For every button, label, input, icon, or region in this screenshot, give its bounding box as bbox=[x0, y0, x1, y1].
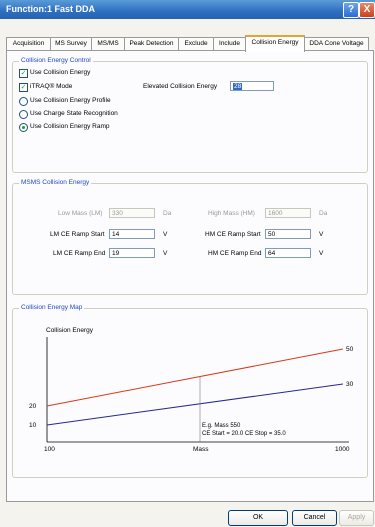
hm-ramp-end-unit: V bbox=[319, 250, 324, 257]
use-profile-radio[interactable] bbox=[19, 97, 28, 106]
collision-energy-map-chart: Collision Energy 20 10 50 30 E.g. Mass 5… bbox=[29, 327, 354, 453]
lm-ramp-start-label: LM CE Ramp Start bbox=[50, 231, 105, 238]
tab-dda-cone-voltage[interactable]: DDA Cone Voltage bbox=[304, 37, 369, 50]
lm-ramp-end-label: LM CE Ramp End bbox=[53, 250, 106, 257]
itraq-mode-label: iTRAQ® Mode bbox=[30, 83, 73, 90]
elevated-ce-label: Elevated Collision Energy bbox=[143, 83, 218, 90]
itraq-mode-checkbox[interactable]: ✓ bbox=[19, 83, 28, 92]
use-ramp-label: Use Collision Energy Ramp bbox=[30, 123, 110, 130]
close-button[interactable]: X bbox=[359, 2, 375, 18]
help-button[interactable]: ? bbox=[343, 2, 359, 18]
hm-ramp-start-label: HM CE Ramp Start bbox=[205, 231, 261, 238]
high-mass-label: High Mass (HM) bbox=[208, 210, 255, 217]
tab-include[interactable]: Include bbox=[213, 37, 246, 50]
use-charge-radio[interactable] bbox=[19, 110, 28, 119]
elevated-ce-input[interactable]: 28 bbox=[230, 81, 274, 91]
group-title: Collision Energy Control bbox=[19, 57, 93, 64]
lm-ramp-start-input[interactable]: 14 bbox=[109, 229, 155, 239]
map-x-label: Mass bbox=[193, 446, 209, 453]
map-x-min: 100 bbox=[44, 446, 55, 453]
hm-ramp-end-label: HM CE Ramp End bbox=[208, 250, 262, 257]
cancel-button[interactable]: Cancel bbox=[292, 510, 337, 526]
use-charge-label: Use Charge State Recognition bbox=[30, 110, 118, 117]
tab-ms-survey[interactable]: MS Survey bbox=[50, 37, 92, 50]
map-y-left-low: 10 bbox=[29, 422, 37, 429]
use-collision-energy-checkbox[interactable]: ✓ bbox=[19, 69, 28, 78]
tab-panel: Collision Energy Control ✓ Use Collision… bbox=[6, 50, 374, 502]
low-mass-unit: Da bbox=[163, 210, 172, 217]
elevated-ce-value: 28 bbox=[233, 83, 243, 90]
map-y-left-high: 20 bbox=[29, 403, 37, 410]
map-red-line bbox=[46, 348, 344, 407]
window-title: Function:1 Fast DDA bbox=[6, 4, 95, 14]
tab-msms[interactable]: MS/MS bbox=[91, 37, 125, 50]
hm-ramp-start-unit: V bbox=[319, 231, 324, 238]
hm-ramp-start-input[interactable]: 50 bbox=[265, 229, 311, 239]
lm-ramp-end-input[interactable]: 19 bbox=[109, 248, 155, 258]
low-mass-label: Low Mass (LM) bbox=[58, 210, 103, 217]
lm-ramp-end-unit: V bbox=[163, 250, 168, 257]
map-blue-line bbox=[46, 383, 344, 426]
title-bar[interactable]: Function:1 Fast DDA ? X bbox=[0, 0, 375, 19]
map-y-label: Collision Energy bbox=[46, 327, 94, 334]
tab-exclude[interactable]: Exclude bbox=[178, 37, 214, 50]
group-title: MSMS Collision Energy bbox=[19, 179, 92, 186]
tab-acquisition[interactable]: Acquisition bbox=[6, 37, 51, 50]
map-x-max: 1000 bbox=[335, 446, 350, 453]
high-mass-unit: Da bbox=[319, 210, 328, 217]
apply-button[interactable]: Apply bbox=[339, 510, 374, 526]
msms-collision-energy-group: MSMS Collision Energy Low Mass (LM) 330 … bbox=[12, 179, 368, 295]
use-collision-energy-label: Use Collision Energy bbox=[30, 69, 91, 76]
map-y-right-high: 50 bbox=[346, 346, 354, 353]
map-y-right-low: 30 bbox=[346, 381, 354, 388]
low-mass-input[interactable]: 330 bbox=[109, 208, 155, 218]
lm-ramp-start-unit: V bbox=[163, 231, 168, 238]
collision-energy-control-group: Collision Energy Control ✓ Use Collision… bbox=[12, 57, 368, 173]
map-note-line1: E.g. Mass 550 bbox=[202, 423, 241, 429]
high-mass-input[interactable]: 1600 bbox=[265, 208, 311, 218]
ok-button[interactable]: OK bbox=[228, 510, 288, 526]
dialog-window: Function:1 Fast DDA ? X Acquisition MS S… bbox=[0, 0, 375, 527]
use-profile-label: Use Collision Energy Profile bbox=[30, 97, 111, 104]
map-note-line2: CE Start = 20.0 CE Stop = 35.0 bbox=[202, 431, 286, 437]
hm-ramp-end-input[interactable]: 64 bbox=[265, 248, 311, 258]
tab-collision-energy[interactable]: Collision Energy bbox=[245, 35, 305, 52]
collision-energy-map-group: Collision Energy Map Collision Energy 20… bbox=[12, 304, 368, 478]
use-ramp-radio[interactable] bbox=[19, 123, 28, 132]
tab-peak-detection[interactable]: Peak Detection bbox=[124, 37, 179, 50]
